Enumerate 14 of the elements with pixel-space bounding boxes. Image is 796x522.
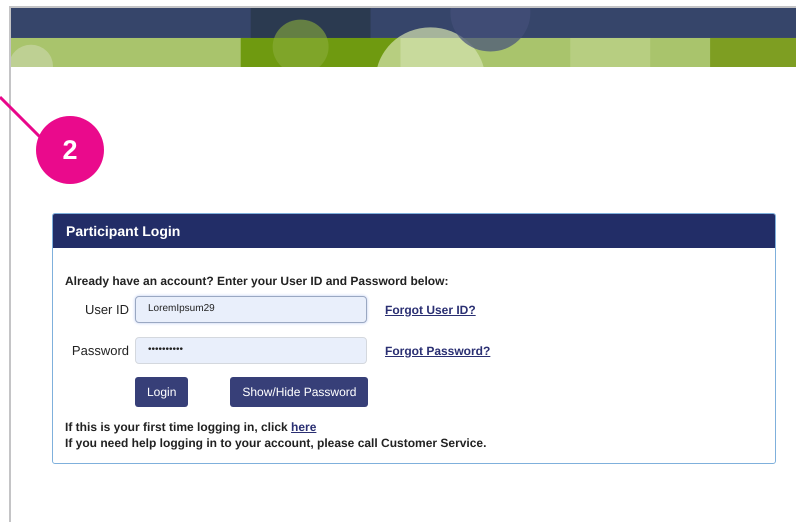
- login-button[interactable]: Login: [135, 377, 188, 407]
- forgot-link[interactable]: Forgot User ID?: [385, 302, 476, 316]
- callout-badge: 2: [36, 116, 104, 184]
- intro-text: Already have an account? Enter your User ID and Password below:: [65, 274, 450, 288]
- field-label: Password: [70, 343, 129, 358]
- show-hide-password-button[interactable]: Show/Hide Password: [230, 377, 368, 407]
- forgot-link[interactable]: Forgot Password?: [385, 344, 490, 358]
- help-text: If you need help logging in to your account, please call Customer Service.: [65, 435, 488, 451]
- first-time-text: If this is your first time logging in, click here: [65, 419, 318, 435]
- here-link[interactable]: here: [291, 420, 316, 434]
- password-field[interactable]: ••••••••••: [135, 337, 367, 364]
- field-label: User ID: [84, 302, 129, 317]
- user-id-field[interactable]: LoremIpsum29: [135, 296, 367, 323]
- panel-title: Participant Login: [66, 223, 180, 239]
